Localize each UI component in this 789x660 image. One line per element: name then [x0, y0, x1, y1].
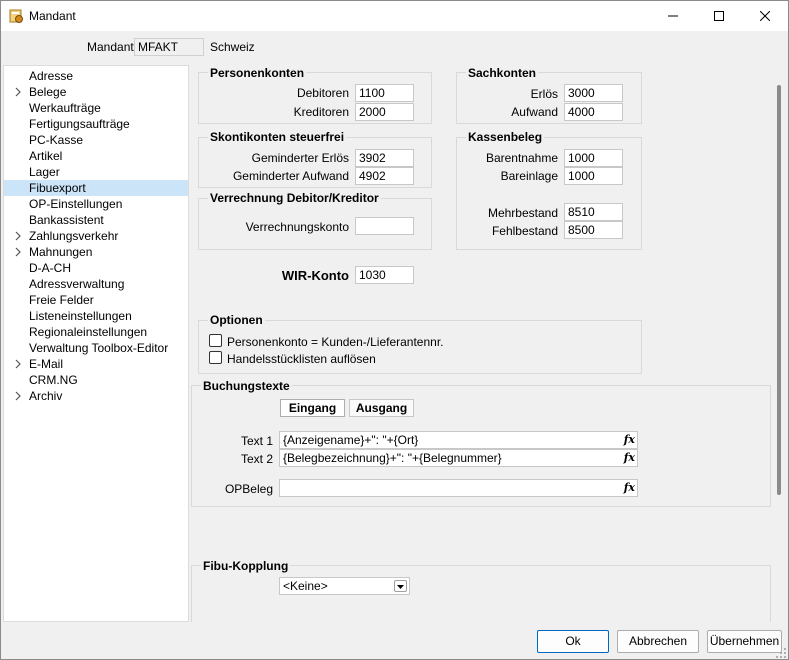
sach-aufwand-label: Aufwand: [511, 105, 558, 119]
mehrbestand-label: Mehrbestand: [487, 206, 558, 220]
buchungstexte-title: Buchungstexte: [201, 379, 292, 393]
text2-label: Text 2: [240, 452, 273, 466]
kreditoren-label: Kreditoren: [293, 105, 349, 119]
sidebar-item-belege[interactable]: Belege: [4, 84, 188, 100]
wir-konto-label: WIR-Konto: [281, 268, 349, 283]
chevron-right-icon[interactable]: [13, 391, 23, 401]
personenkonten-title: Personenkonten: [208, 66, 307, 80]
minimize-button[interactable]: [650, 1, 696, 31]
fibu-kopplung-title: Fibu-Kopplung: [201, 559, 291, 573]
opbeleg-field[interactable]: fx: [279, 479, 638, 497]
sidebar-item-lager[interactable]: Lager: [4, 164, 188, 180]
chevron-right-icon[interactable]: [13, 247, 23, 257]
barentnahme-label: Barentnahme: [485, 151, 558, 165]
handelsstuecklisten-checkbox-label: Handelsstücklisten auflösen: [227, 352, 376, 366]
maximize-button[interactable]: [696, 1, 742, 31]
kassenbeleg-title: Kassenbeleg: [466, 130, 545, 144]
chevron-right-icon[interactable]: [13, 231, 23, 241]
window-title: Mandant: [29, 9, 76, 23]
close-button[interactable]: [742, 1, 788, 31]
optionen-title: Optionen: [208, 313, 265, 327]
barentnahme-field[interactable]: 1000: [564, 149, 623, 167]
fibu-kopplung-value: <Keine>: [283, 579, 328, 593]
fehlbestand-label: Fehlbestand: [491, 224, 558, 238]
mehrbestand-field[interactable]: 8510: [564, 203, 623, 221]
formula-icon[interactable]: fx: [624, 451, 635, 465]
handelsstuecklisten-checkbox[interactable]: [209, 351, 222, 364]
opbeleg-label: OPBeleg: [224, 482, 273, 496]
skonto-erloes-field[interactable]: 3902: [355, 149, 414, 167]
sidebar-item-op-einstellungen[interactable]: OP-Einstellungen: [4, 196, 188, 212]
sidebar-item-werkauftraege[interactable]: Werkaufträge: [4, 100, 188, 116]
mandant-dialog: Mandant Mandant MFAKT Schweiz Adresse Be…: [0, 0, 789, 660]
chevron-down-icon[interactable]: [394, 580, 407, 592]
skonto-aufwand-label: Geminderter Aufwand: [232, 169, 349, 183]
text1-value: {Anzeigename}+": "+{Ort}: [283, 433, 419, 447]
sach-erloes-field[interactable]: 3000: [564, 84, 623, 102]
personenkonto-checkbox-label: Personenkonto = Kunden-/Lieferantennr.: [227, 335, 444, 349]
text1-label: Text 1: [240, 434, 273, 448]
sidebar-item-adresse[interactable]: Adresse: [4, 68, 188, 84]
verrechnung-title: Verrechnung Debitor/Kreditor: [208, 191, 381, 205]
fibu-kopplung-group: [191, 565, 771, 622]
debitoren-field[interactable]: 1100: [355, 84, 414, 102]
cancel-button[interactable]: Abbrechen: [617, 630, 699, 653]
sidebar-item-fibuexport[interactable]: Fibuexport: [4, 180, 188, 196]
text2-value: {Belegbezeichnung}+": "+{Belegnummer}: [283, 451, 502, 465]
sach-aufwand-field[interactable]: 4000: [564, 103, 623, 121]
verrechnungskonto-label: Verrechnungskonto: [245, 220, 349, 234]
chevron-right-icon[interactable]: [13, 87, 23, 97]
vertical-scrollbar[interactable]: [773, 65, 785, 622]
fehlbestand-field[interactable]: 8500: [564, 221, 623, 239]
ok-button[interactable]: Ok: [537, 630, 609, 653]
sidebar-item-listeneinstellungen[interactable]: Listeneinstellungen: [4, 308, 188, 324]
skontokonten-title: Skontikonten steuerfrei: [208, 130, 347, 144]
mandant-name: Schweiz: [210, 40, 255, 54]
kreditoren-field[interactable]: 2000: [355, 103, 414, 121]
resize-grip-icon[interactable]: [775, 646, 787, 658]
minimize-icon: [668, 15, 678, 17]
sidebar-item-bankassistent[interactable]: Bankassistent: [4, 212, 188, 228]
sidebar-item-adressverwaltung[interactable]: Adressverwaltung: [4, 276, 188, 292]
debitoren-label: Debitoren: [296, 86, 349, 100]
tab-eingang[interactable]: Eingang: [280, 399, 345, 417]
sidebar-item-e-mail[interactable]: E-Mail: [4, 356, 188, 372]
tab-ausgang[interactable]: Ausgang: [349, 399, 414, 417]
sidebar-item-regionaleinstellungen[interactable]: Regionaleinstellungen: [4, 324, 188, 340]
close-icon: [760, 11, 770, 21]
mandant-code-field: MFAKT: [134, 38, 204, 56]
sidebar-item-mahnungen[interactable]: Mahnungen: [4, 244, 188, 260]
sidebar-item-crm-ng[interactable]: CRM.NG: [4, 372, 188, 388]
sidebar-item-archiv[interactable]: Archiv: [4, 388, 188, 404]
text1-field[interactable]: {Anzeigename}+": "+{Ort} fx: [279, 431, 638, 449]
formula-icon[interactable]: fx: [624, 433, 635, 447]
bareinlage-label: Bareinlage: [500, 169, 558, 183]
scrollbar-thumb[interactable]: [777, 85, 781, 495]
sachkonten-title: Sachkonten: [466, 66, 539, 80]
wir-konto-field[interactable]: 1030: [355, 266, 414, 284]
apply-button[interactable]: Übernehmen: [707, 630, 782, 653]
sidebar-tree: Adresse Belege Werkaufträge Fertigungsau…: [3, 65, 189, 622]
skonto-aufwand-field[interactable]: 4902: [355, 167, 414, 185]
title-bar: Mandant: [1, 1, 788, 31]
sidebar-item-zahlungsverkehr[interactable]: Zahlungsverkehr: [4, 228, 188, 244]
sidebar-item-freie-felder[interactable]: Freie Felder: [4, 292, 188, 308]
text2-field[interactable]: {Belegbezeichnung}+": "+{Belegnummer} fx: [279, 449, 638, 467]
skonto-erloes-label: Geminderter Erlös: [251, 151, 349, 165]
sidebar-item-d-a-ch[interactable]: D-A-CH: [4, 260, 188, 276]
app-icon: [9, 9, 23, 23]
sidebar-item-fertigungsauftraege[interactable]: Fertigungsaufträge: [4, 116, 188, 132]
formula-icon[interactable]: fx: [624, 481, 635, 495]
fibu-kopplung-select[interactable]: <Keine>: [279, 577, 410, 595]
sidebar-item-artikel[interactable]: Artikel: [4, 148, 188, 164]
mandant-label: Mandant: [87, 40, 134, 54]
sach-erloes-label: Erlös: [530, 87, 558, 101]
chevron-right-icon[interactable]: [13, 359, 23, 369]
maximize-icon: [714, 11, 724, 21]
bareinlage-field[interactable]: 1000: [564, 167, 623, 185]
verrechnungskonto-field[interactable]: [355, 217, 414, 235]
sidebar-item-pc-kasse[interactable]: PC-Kasse: [4, 132, 188, 148]
personenkonto-checkbox[interactable]: [209, 334, 222, 347]
sidebar-item-toolbox-editor[interactable]: Verwaltung Toolbox-Editor: [4, 340, 188, 356]
